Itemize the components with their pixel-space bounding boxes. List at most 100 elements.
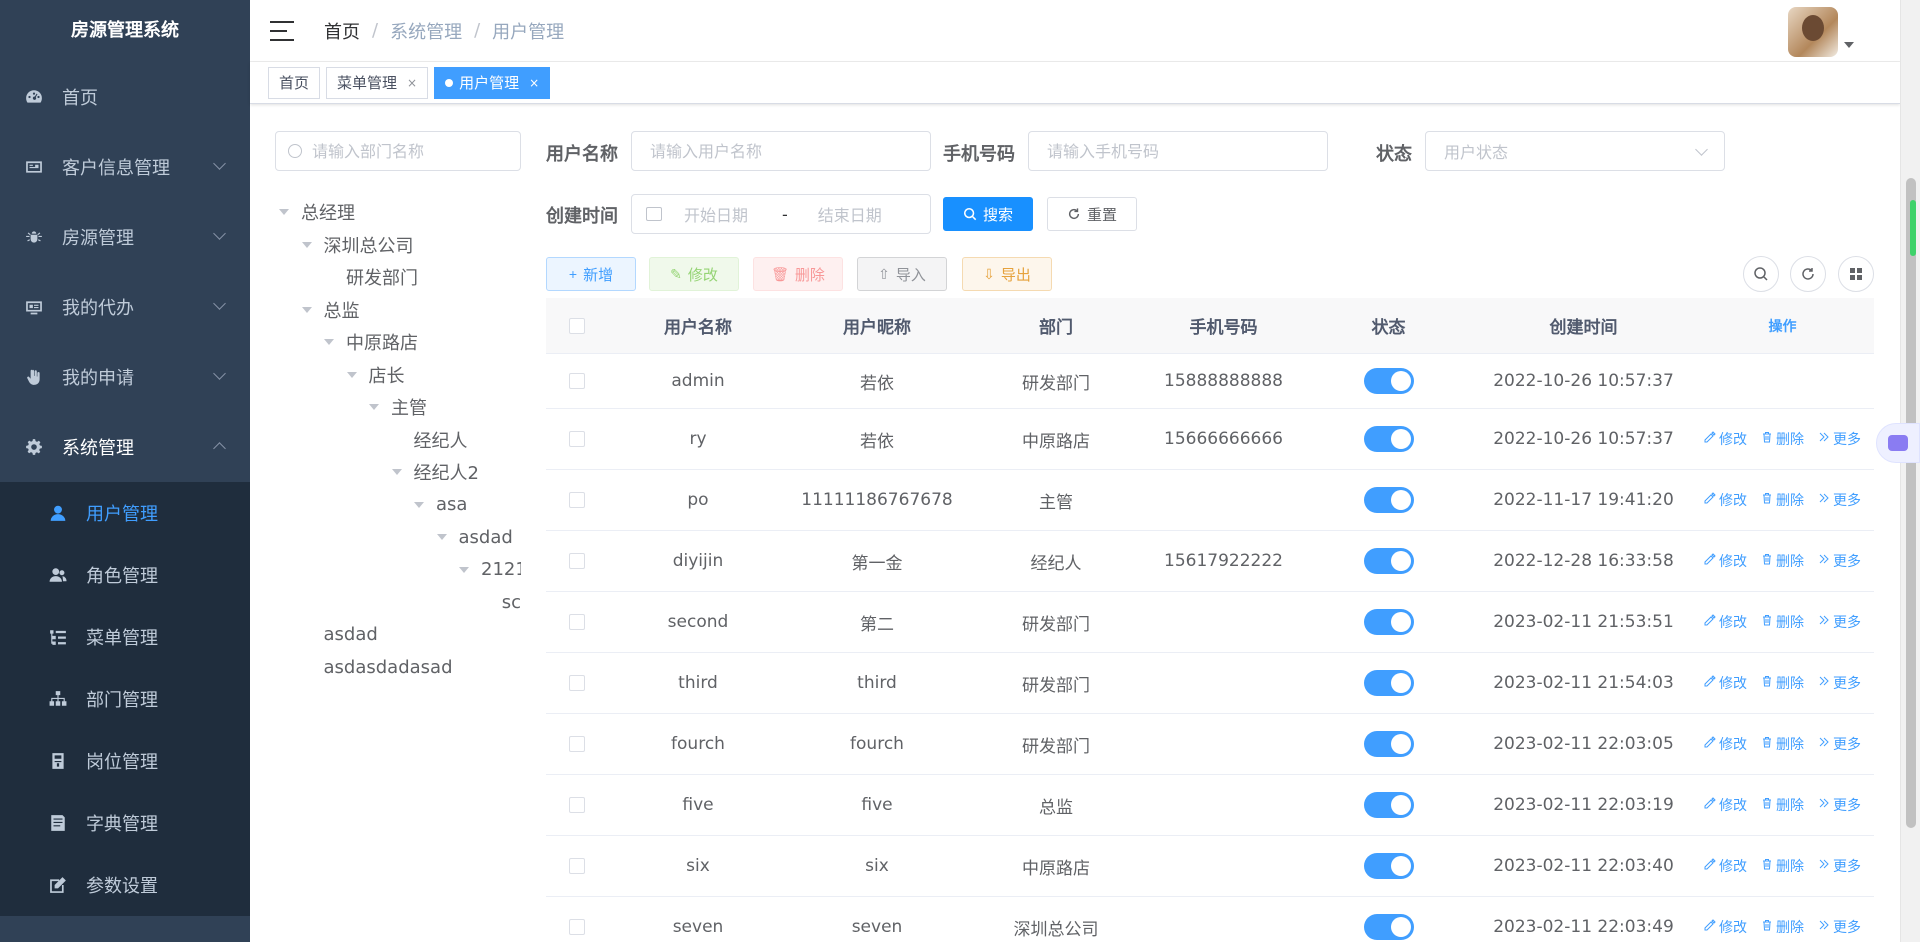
row-delete-button[interactable]: 删除 — [1761, 429, 1804, 449]
status-toggle[interactable] — [1363, 426, 1414, 452]
caret-down-icon[interactable] — [414, 501, 424, 508]
status-toggle[interactable] — [1363, 914, 1414, 940]
sidebar-subitem-4[interactable]: 岗位管理 — [0, 730, 250, 792]
reset-button[interactable]: 重置 — [1047, 197, 1137, 231]
status-toggle[interactable] — [1363, 487, 1414, 513]
row-edit-button[interactable]: 修改 — [1704, 551, 1747, 571]
row-checkbox[interactable] — [569, 675, 585, 691]
tree-node[interactable]: asdad — [275, 619, 521, 652]
row-checkbox[interactable] — [569, 373, 585, 389]
tree-node[interactable]: 主管 — [275, 391, 521, 424]
row-delete-button[interactable]: 删除 — [1761, 673, 1804, 693]
caret-down-icon[interactable] — [301, 306, 312, 313]
row-more-button[interactable]: 更多 — [1818, 734, 1861, 754]
row-checkbox[interactable] — [569, 797, 585, 813]
caret-down-icon[interactable] — [391, 469, 402, 476]
row-edit-button[interactable]: 修改 — [1704, 856, 1747, 876]
tree-node[interactable]: 中原路店 — [275, 326, 521, 359]
sidebar-subitem-6[interactable]: 参数设置 — [0, 854, 250, 916]
sidebar-subitem-3[interactable]: 部门管理 — [0, 668, 250, 730]
tree-node[interactable]: 2121 — [275, 554, 521, 587]
sidebar-item-1[interactable]: 客户信息管理 — [0, 132, 250, 202]
start-date-placeholder[interactable]: 开始日期 — [684, 202, 748, 226]
row-edit-button[interactable]: 修改 — [1704, 490, 1747, 510]
row-delete-button[interactable]: 删除 — [1761, 917, 1804, 937]
date-range-picker[interactable]: 开始日期 - 结束日期 — [631, 194, 931, 234]
add-button[interactable]: + 新增 — [546, 257, 636, 291]
row-more-button[interactable]: 更多 — [1818, 429, 1861, 449]
scrollbar-thumb[interactable] — [1906, 178, 1916, 828]
row-delete-button[interactable]: 删除 — [1761, 795, 1804, 815]
row-checkbox[interactable] — [569, 431, 585, 447]
tree-node[interactable]: 深圳总公司 — [275, 229, 521, 262]
breadcrumb-home[interactable]: 首页 — [324, 18, 360, 44]
row-checkbox[interactable] — [569, 858, 585, 874]
row-delete-button[interactable]: 删除 — [1761, 551, 1804, 571]
scrollbar[interactable] — [1900, 0, 1920, 942]
toggle-search-button[interactable] — [1743, 256, 1779, 292]
floating-assistant-icon[interactable] — [1876, 423, 1920, 463]
columns-button[interactable] — [1838, 256, 1874, 292]
status-toggle[interactable] — [1363, 853, 1414, 879]
row-checkbox[interactable] — [569, 736, 585, 752]
sidebar-item-2[interactable]: 房源管理 — [0, 202, 250, 272]
caret-down-icon[interactable] — [459, 566, 469, 573]
phone-field[interactable] — [1028, 131, 1328, 171]
row-more-button[interactable]: 更多 — [1818, 551, 1861, 571]
username-field[interactable] — [631, 131, 931, 171]
row-delete-button[interactable]: 删除 — [1761, 734, 1804, 754]
sidebar-subitem-2[interactable]: 菜单管理 — [0, 606, 250, 668]
row-edit-button[interactable]: 修改 — [1704, 429, 1747, 449]
caret-down-icon[interactable] — [324, 339, 334, 346]
search-button[interactable]: 搜索 — [943, 197, 1033, 231]
import-button[interactable]: ⇧ 导入 — [857, 257, 947, 291]
dept-search-input[interactable] — [312, 141, 512, 161]
row-more-button[interactable]: 更多 — [1818, 490, 1861, 510]
status-toggle[interactable] — [1363, 548, 1414, 574]
sidebar-subitem-0[interactable]: 用户管理 — [0, 482, 250, 544]
row-edit-button[interactable]: 修改 — [1704, 673, 1747, 693]
dept-search-field[interactable] — [275, 131, 521, 171]
status-toggle[interactable] — [1363, 368, 1414, 394]
status-toggle[interactable] — [1363, 670, 1414, 696]
tree-node[interactable]: 经纪人 — [275, 424, 521, 457]
phone-input[interactable] — [1047, 141, 1299, 161]
sidebar-item-5[interactable]: 系统管理 — [0, 412, 250, 482]
status-select[interactable]: 用户状态 — [1425, 131, 1725, 171]
row-delete-button[interactable]: 删除 — [1761, 490, 1804, 510]
row-more-button[interactable]: 更多 — [1818, 795, 1861, 815]
tree-node[interactable]: 店长 — [275, 359, 521, 392]
tab-1[interactable]: 菜单管理 × — [326, 66, 429, 99]
status-toggle[interactable] — [1363, 792, 1414, 818]
status-toggle[interactable] — [1363, 731, 1414, 757]
row-more-button[interactable]: 更多 — [1818, 917, 1861, 937]
tree-node[interactable]: asa — [275, 489, 521, 522]
caret-down-icon[interactable] — [279, 209, 289, 216]
row-more-button[interactable]: 更多 — [1818, 856, 1861, 876]
delete-button[interactable]: 🗑 删除 — [753, 257, 843, 291]
tab-2[interactable]: 用户管理 × — [434, 66, 551, 99]
tree-node[interactable]: asdad — [275, 521, 521, 554]
refresh-button[interactable] — [1790, 256, 1826, 292]
select-all-checkbox[interactable] — [569, 317, 585, 334]
tree-node[interactable]: 总监 — [275, 294, 521, 327]
row-delete-button[interactable]: 删除 — [1761, 612, 1804, 632]
caret-down-icon[interactable] — [436, 534, 447, 541]
username-input[interactable] — [650, 141, 902, 161]
status-toggle[interactable] — [1363, 609, 1414, 635]
tree-node[interactable]: 经纪人2 — [275, 456, 521, 489]
tree-node[interactable]: sc — [275, 586, 521, 619]
end-date-placeholder[interactable]: 结束日期 — [818, 202, 882, 226]
edit-button[interactable]: ✎ 修改 — [649, 257, 739, 291]
caret-down-icon[interactable] — [1844, 42, 1854, 48]
sidebar-item-4[interactable]: 我的申请 — [0, 342, 250, 412]
tree-node[interactable]: asdasdadasad — [275, 651, 521, 676]
sidebar-subitem-5[interactable]: 字典管理 — [0, 792, 250, 854]
close-icon[interactable]: × — [407, 76, 417, 90]
tree-node[interactable]: 总经理 — [275, 196, 521, 229]
tab-0[interactable]: 首页 — [268, 66, 321, 99]
tree-node[interactable]: 研发部门 — [275, 261, 521, 294]
sidebar-item-3[interactable]: 我的代办 — [0, 272, 250, 342]
row-edit-button[interactable]: 修改 — [1704, 917, 1747, 937]
caret-down-icon[interactable] — [369, 404, 379, 411]
